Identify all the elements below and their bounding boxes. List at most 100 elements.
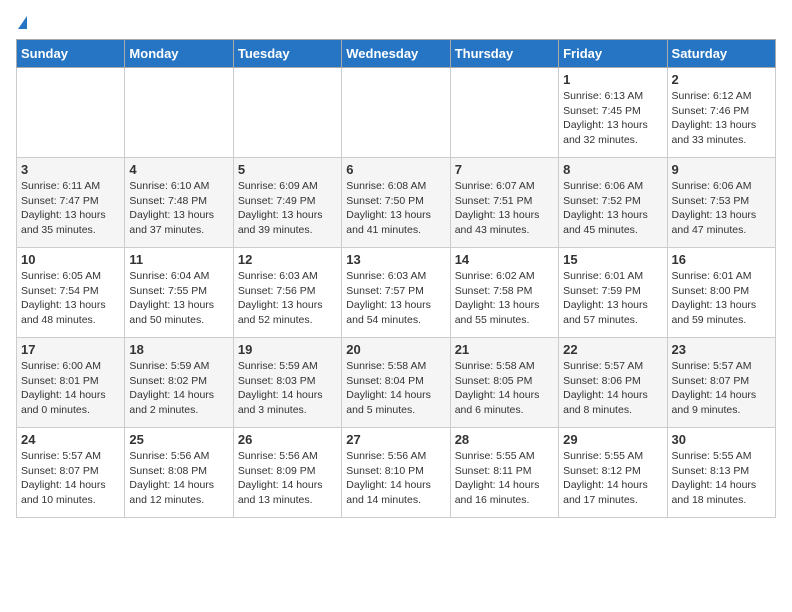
day-info: Sunrise: 5:55 AM Sunset: 8:11 PM Dayligh…	[455, 449, 554, 508]
day-info: Sunrise: 5:59 AM Sunset: 8:02 PM Dayligh…	[129, 359, 228, 418]
day-info: Sunrise: 6:04 AM Sunset: 7:55 PM Dayligh…	[129, 269, 228, 328]
day-cell-5: 5Sunrise: 6:09 AM Sunset: 7:49 PM Daylig…	[233, 158, 341, 248]
empty-cell	[125, 68, 233, 158]
week-row-2: 3 Sunrise: 6:11 AM Sunset: 7:47 PM Daylig…	[17, 158, 776, 248]
day-cell-14: 14 Sunrise: 6:02 AM Sunset: 7:58 PM Dayli…	[450, 248, 558, 338]
day-info: Sunrise: 5:57 AM Sunset: 8:07 PM Dayligh…	[21, 449, 120, 508]
day-cell-16: 16 Sunrise: 6:01 AM Sunset: 8:00 PM Dayli…	[667, 248, 775, 338]
day-info: Sunrise: 6:03 AM Sunset: 7:57 PM Dayligh…	[346, 269, 445, 328]
day-cell-29: 29 Sunrise: 5:55 AM Sunset: 8:12 PM Dayli…	[559, 428, 667, 518]
day-cell-21: 21 Sunrise: 5:58 AM Sunset: 8:05 PM Dayli…	[450, 338, 558, 428]
empty-cell	[17, 68, 125, 158]
day-info: Sunrise: 5:55 AM Sunset: 8:12 PM Dayligh…	[563, 449, 662, 508]
day-info: Sunrise: 6:11 AM Sunset: 7:47 PM Dayligh…	[21, 179, 120, 238]
day-number: 6	[346, 162, 445, 177]
day-number: 30	[672, 432, 771, 447]
day-info: Sunrise: 5:58 AM Sunset: 8:05 PM Dayligh…	[455, 359, 554, 418]
logo	[16, 16, 27, 31]
day-number: 17	[21, 342, 120, 357]
day-cell-12: 12 Sunrise: 6:03 AM Sunset: 7:56 PM Dayli…	[233, 248, 341, 338]
day-info: Sunrise: 6:03 AM Sunset: 7:56 PM Dayligh…	[238, 269, 337, 328]
day-cell-28: 28 Sunrise: 5:55 AM Sunset: 8:11 PM Dayli…	[450, 428, 558, 518]
day-number: 12	[238, 252, 337, 267]
weekday-header-sunday: Sunday	[17, 40, 125, 68]
day-info: Sunrise: 5:56 AM Sunset: 8:10 PM Dayligh…	[346, 449, 445, 508]
day-cell-30: 30 Sunrise: 5:55 AM Sunset: 8:13 PM Dayli…	[667, 428, 775, 518]
day-cell-26: 26Sunrise: 5:56 AM Sunset: 8:09 PM Dayli…	[233, 428, 341, 518]
week-row-3: 10Sunrise: 6:05 AM Sunset: 7:54 PM Dayli…	[17, 248, 776, 338]
empty-cell	[342, 68, 450, 158]
day-number: 15	[563, 252, 662, 267]
day-number: 16	[672, 252, 771, 267]
day-info: Sunrise: 6:06 AM Sunset: 7:53 PM Dayligh…	[672, 179, 771, 238]
day-number: 9	[672, 162, 771, 177]
empty-cell	[233, 68, 341, 158]
day-cell-4: 4 Sunrise: 6:10 AM Sunset: 7:48 PM Daylig…	[125, 158, 233, 248]
day-info: Sunrise: 6:12 AM Sunset: 7:46 PM Dayligh…	[672, 89, 771, 148]
day-info: Sunrise: 5:57 AM Sunset: 8:06 PM Dayligh…	[563, 359, 662, 418]
logo-triangle-icon	[18, 16, 27, 29]
day-number: 14	[455, 252, 554, 267]
day-number: 29	[563, 432, 662, 447]
day-number: 28	[455, 432, 554, 447]
week-row-5: 24Sunrise: 5:57 AM Sunset: 8:07 PM Dayli…	[17, 428, 776, 518]
weekday-header-monday: Monday	[125, 40, 233, 68]
day-number: 19	[238, 342, 337, 357]
day-cell-13: 13 Sunrise: 6:03 AM Sunset: 7:57 PM Dayli…	[342, 248, 450, 338]
day-cell-9: 9 Sunrise: 6:06 AM Sunset: 7:53 PM Daylig…	[667, 158, 775, 248]
weekday-header-saturday: Saturday	[667, 40, 775, 68]
day-info: Sunrise: 6:02 AM Sunset: 7:58 PM Dayligh…	[455, 269, 554, 328]
weekday-header-friday: Friday	[559, 40, 667, 68]
day-info: Sunrise: 5:57 AM Sunset: 8:07 PM Dayligh…	[672, 359, 771, 418]
day-cell-23: 23 Sunrise: 5:57 AM Sunset: 8:07 PM Dayli…	[667, 338, 775, 428]
day-info: Sunrise: 5:56 AM Sunset: 8:08 PM Dayligh…	[129, 449, 228, 508]
day-number: 21	[455, 342, 554, 357]
day-info: Sunrise: 6:01 AM Sunset: 7:59 PM Dayligh…	[563, 269, 662, 328]
day-info: Sunrise: 6:07 AM Sunset: 7:51 PM Dayligh…	[455, 179, 554, 238]
day-info: Sunrise: 6:13 AM Sunset: 7:45 PM Dayligh…	[563, 89, 662, 148]
week-row-1: 1 Sunrise: 6:13 AM Sunset: 7:45 PM Daylig…	[17, 68, 776, 158]
day-number: 20	[346, 342, 445, 357]
day-number: 3	[21, 162, 120, 177]
day-number: 27	[346, 432, 445, 447]
day-cell-25: 25 Sunrise: 5:56 AM Sunset: 8:08 PM Dayli…	[125, 428, 233, 518]
day-info: Sunrise: 6:10 AM Sunset: 7:48 PM Dayligh…	[129, 179, 228, 238]
day-cell-22: 22 Sunrise: 5:57 AM Sunset: 8:06 PM Dayli…	[559, 338, 667, 428]
empty-cell	[450, 68, 558, 158]
weekday-header-wednesday: Wednesday	[342, 40, 450, 68]
day-number: 23	[672, 342, 771, 357]
day-cell-27: 27 Sunrise: 5:56 AM Sunset: 8:10 PM Dayli…	[342, 428, 450, 518]
day-number: 1	[563, 72, 662, 87]
day-number: 13	[346, 252, 445, 267]
day-number: 4	[129, 162, 228, 177]
day-info: Sunrise: 6:06 AM Sunset: 7:52 PM Dayligh…	[563, 179, 662, 238]
day-info: Sunrise: 6:08 AM Sunset: 7:50 PM Dayligh…	[346, 179, 445, 238]
day-cell-7: 7 Sunrise: 6:07 AM Sunset: 7:51 PM Daylig…	[450, 158, 558, 248]
day-info: Sunrise: 5:55 AM Sunset: 8:13 PM Dayligh…	[672, 449, 771, 508]
week-row-4: 17 Sunrise: 6:00 AM Sunset: 8:01 PM Dayli…	[17, 338, 776, 428]
day-cell-20: 20 Sunrise: 5:58 AM Sunset: 8:04 PM Dayli…	[342, 338, 450, 428]
day-number: 7	[455, 162, 554, 177]
day-number: 8	[563, 162, 662, 177]
day-info: Sunrise: 5:59 AM Sunset: 8:03 PM Dayligh…	[238, 359, 337, 418]
day-number: 5	[238, 162, 337, 177]
day-info: Sunrise: 5:56 AM Sunset: 8:09 PM Dayligh…	[238, 449, 337, 508]
day-info: Sunrise: 6:00 AM Sunset: 8:01 PM Dayligh…	[21, 359, 120, 418]
day-cell-11: 11Sunrise: 6:04 AM Sunset: 7:55 PM Dayli…	[125, 248, 233, 338]
day-cell-15: 15 Sunrise: 6:01 AM Sunset: 7:59 PM Dayli…	[559, 248, 667, 338]
day-cell-1: 1 Sunrise: 6:13 AM Sunset: 7:45 PM Daylig…	[559, 68, 667, 158]
weekday-header-thursday: Thursday	[450, 40, 558, 68]
day-number: 18	[129, 342, 228, 357]
day-number: 22	[563, 342, 662, 357]
page-header	[16, 16, 776, 31]
day-cell-8: 8 Sunrise: 6:06 AM Sunset: 7:52 PM Daylig…	[559, 158, 667, 248]
day-cell-2: 2Sunrise: 6:12 AM Sunset: 7:46 PM Daylig…	[667, 68, 775, 158]
calendar-table: SundayMondayTuesdayWednesdayThursdayFrid…	[16, 39, 776, 518]
day-info: Sunrise: 5:58 AM Sunset: 8:04 PM Dayligh…	[346, 359, 445, 418]
day-info: Sunrise: 6:01 AM Sunset: 8:00 PM Dayligh…	[672, 269, 771, 328]
day-cell-24: 24Sunrise: 5:57 AM Sunset: 8:07 PM Dayli…	[17, 428, 125, 518]
day-number: 25	[129, 432, 228, 447]
day-cell-6: 6 Sunrise: 6:08 AM Sunset: 7:50 PM Daylig…	[342, 158, 450, 248]
day-cell-19: 19 Sunrise: 5:59 AM Sunset: 8:03 PM Dayli…	[233, 338, 341, 428]
day-number: 10	[21, 252, 120, 267]
